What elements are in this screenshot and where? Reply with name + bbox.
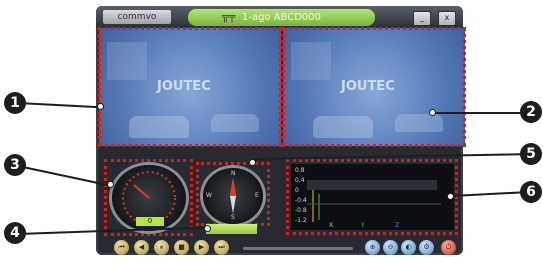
callout-leader-3 xyxy=(17,165,109,187)
video-scene-car xyxy=(395,114,443,132)
callout-dot-6 xyxy=(448,194,453,199)
gsensor-graph: 0.8 0.4 0 -0.4 -0.8 -1.2 X Y Z xyxy=(291,164,454,230)
callout-dot-3 xyxy=(108,182,113,187)
pause-button[interactable]: ⏸ xyxy=(154,240,169,255)
close-button[interactable]: x xyxy=(438,11,456,26)
zoom-in-button[interactable]: ⊕ xyxy=(365,240,380,255)
callout-leader-1 xyxy=(17,102,100,109)
video-scene-car xyxy=(129,116,189,138)
callout-4: 4 xyxy=(4,222,26,244)
zoom-out-button[interactable]: ⊖ xyxy=(383,240,398,255)
callout-3: 3 xyxy=(4,154,26,176)
video-watermark: JOUTEC xyxy=(157,79,211,94)
callout-dot-5 xyxy=(250,160,255,165)
callout-dot-1 xyxy=(98,104,103,109)
playback-slider[interactable] xyxy=(243,247,353,250)
callout-5: 5 xyxy=(520,143,542,165)
window-title: 1-ago ABCD000 xyxy=(188,9,375,26)
title-logo-icon: ╦╤ xyxy=(222,10,236,23)
compass-south-label: S xyxy=(231,214,235,221)
compass-west-label: W xyxy=(206,192,212,199)
video-watermark: JOUTEC xyxy=(341,79,395,94)
video-scene-car xyxy=(211,114,259,132)
graph-legend-z: Z xyxy=(395,222,400,229)
callout-dot-4 xyxy=(205,226,210,231)
status-indicator-bar xyxy=(206,224,257,234)
compass-gauge: N S E W xyxy=(203,168,263,224)
callout-leader-2 xyxy=(434,112,524,114)
callout-dot-2 xyxy=(430,110,435,115)
compass-north-label: N xyxy=(231,170,236,177)
compass-east-label: E xyxy=(255,192,259,199)
title-text: 1-ago ABCD000 xyxy=(241,12,322,23)
rewind-button[interactable]: ◀ xyxy=(134,240,149,255)
brand-logo: commvo xyxy=(103,10,171,24)
graph-plot-icon xyxy=(307,180,441,222)
graph-legend-y: Y xyxy=(361,222,365,229)
callout-2: 2 xyxy=(520,101,542,123)
skip-forward-button[interactable]: ⏭ xyxy=(214,240,229,255)
speed-readout: 0 xyxy=(136,217,164,226)
graph-legend-x: X xyxy=(329,222,334,229)
stop-button[interactable]: ■ xyxy=(174,240,189,255)
video-scene xyxy=(107,42,147,80)
video-panel-1[interactable]: JOUTEC xyxy=(98,27,282,147)
video-scene-car xyxy=(313,116,373,138)
video-scene xyxy=(291,42,331,80)
skip-back-button[interactable]: ⏮ xyxy=(114,240,129,255)
minimize-button[interactable]: _ xyxy=(413,11,431,26)
callout-1: 1 xyxy=(4,92,26,114)
callout-6: 6 xyxy=(520,181,542,203)
exit-button[interactable]: ⏻ xyxy=(441,240,456,255)
settings-button[interactable]: ⚙ xyxy=(419,240,434,255)
video-panel-2[interactable]: JOUTEC xyxy=(282,27,466,147)
play-button[interactable]: ▶ xyxy=(194,240,209,255)
brightness-button[interactable]: ◐ xyxy=(401,240,416,255)
